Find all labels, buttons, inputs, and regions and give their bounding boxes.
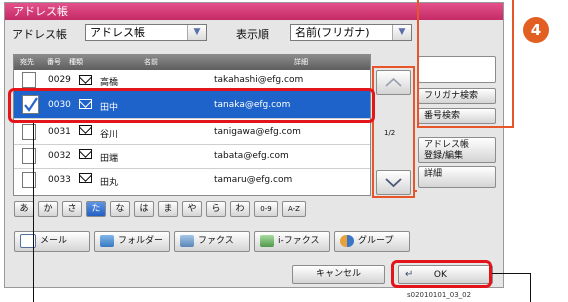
image-code: s02010101_03_02 [407, 291, 472, 299]
header-detail: 詳細 [294, 58, 308, 66]
mail-filter-button[interactable]: メール [14, 231, 90, 252]
row-email: tabata@efg.com [214, 151, 289, 161]
sort-order-label: 表示順 [236, 28, 269, 41]
callout-box-search [417, 0, 514, 128]
sort-order-dropdown[interactable]: 名前(フリガナ) ▼ [290, 24, 412, 41]
pointer-line [492, 273, 531, 274]
folder-filter-label: フォルダー [118, 236, 164, 246]
mail-icon [79, 75, 92, 85]
row-email: takahashi@efg.com [214, 75, 304, 85]
pointer-line [33, 123, 34, 302]
callout-connector [413, 190, 417, 192]
list-header: 宛先 番号 種類 名前 詳細 [14, 55, 370, 70]
header-name: 名前 [144, 58, 158, 66]
kana-key-ka[interactable]: か [38, 201, 58, 217]
address-book-edit-label-1: アドレス帳 [424, 140, 470, 150]
folder-filter-button[interactable]: フォルダー [94, 231, 170, 252]
folder-icon [100, 234, 114, 247]
kana-key-sa[interactable]: さ [62, 201, 82, 217]
row-email: tanigawa@efg.com [214, 127, 301, 137]
highlight-ok-button [391, 260, 492, 288]
kana-key-wa[interactable]: わ [230, 201, 250, 217]
group-filter-button[interactable]: グループ [334, 231, 410, 252]
fax-icon [180, 234, 194, 247]
pointer-line [530, 273, 531, 302]
ifax-filter-label: i-ファクス [278, 236, 320, 246]
row-number: 0032 [48, 151, 71, 161]
table-row[interactable]: 0031 谷川 tanigawa@efg.com [14, 121, 370, 145]
chevron-down-icon[interactable]: ▼ [187, 25, 206, 40]
fax-filter-label: ファクス [198, 236, 234, 246]
address-book-edit-button[interactable]: アドレス帳 登録/編集 [418, 137, 496, 163]
mail-icon [79, 149, 92, 159]
sort-order-dropdown-value: 名前(フリガナ) [295, 26, 370, 39]
screen: { "window": {"title": "アドレス帳"}, "toolbar… [0, 0, 568, 302]
header-type: 種類 [69, 58, 83, 66]
fax-filter-button[interactable]: ファクス [174, 231, 250, 252]
group-icon [340, 234, 354, 247]
address-book-label: アドレス帳 [12, 28, 67, 41]
group-filter-label: グループ [358, 236, 394, 246]
kana-key-a[interactable]: あ [14, 201, 34, 217]
header-destination: 宛先 [20, 58, 34, 66]
kana-key-ha[interactable]: は [134, 201, 154, 217]
table-row[interactable]: 0032 田端 tabata@efg.com [14, 145, 370, 169]
mail-filter-label: メール [40, 236, 68, 246]
row-number: 0031 [48, 127, 71, 137]
row-number: 0029 [48, 75, 71, 85]
kana-key-na[interactable]: な [110, 201, 130, 217]
row-number: 0033 [48, 175, 71, 185]
step-number-badge: 4 [523, 17, 549, 43]
ifax-icon [260, 234, 274, 247]
callout-box-scroll [372, 66, 415, 198]
kana-key-ya[interactable]: や [182, 201, 202, 217]
row-email: tamaru@efg.com [214, 175, 293, 185]
ifax-filter-button[interactable]: i-ファクス [254, 231, 330, 252]
address-book-dropdown-value: アドレス帳 [90, 26, 145, 39]
kana-key-digits[interactable]: 0-9 [254, 201, 278, 217]
kana-key-ma[interactable]: ま [158, 201, 178, 217]
row-name: 田端 [100, 154, 119, 164]
chevron-down-icon[interactable]: ▼ [392, 25, 411, 40]
row-checkbox[interactable] [22, 72, 36, 88]
kana-key-alpha[interactable]: A-Z [282, 201, 306, 217]
cancel-button[interactable]: キャンセル [292, 265, 385, 284]
address-book-edit-label-2: 登録/編集 [424, 151, 464, 161]
mail-icon [79, 125, 92, 135]
detail-button[interactable]: 詳細 [418, 166, 496, 188]
kana-key-ra[interactable]: ら [206, 201, 226, 217]
address-book-dropdown[interactable]: アドレス帳 ▼ [85, 24, 207, 41]
header-number: 番号 [47, 58, 61, 66]
row-name: 高橋 [100, 78, 119, 88]
row-name: 田丸 [100, 178, 119, 188]
mail-icon [79, 173, 92, 183]
kana-key-ta[interactable]: た [86, 201, 106, 217]
table-row[interactable]: 0033 田丸 tamaru@efg.com [14, 169, 370, 193]
row-name: 谷川 [100, 130, 119, 140]
highlight-selected-row [8, 88, 375, 123]
